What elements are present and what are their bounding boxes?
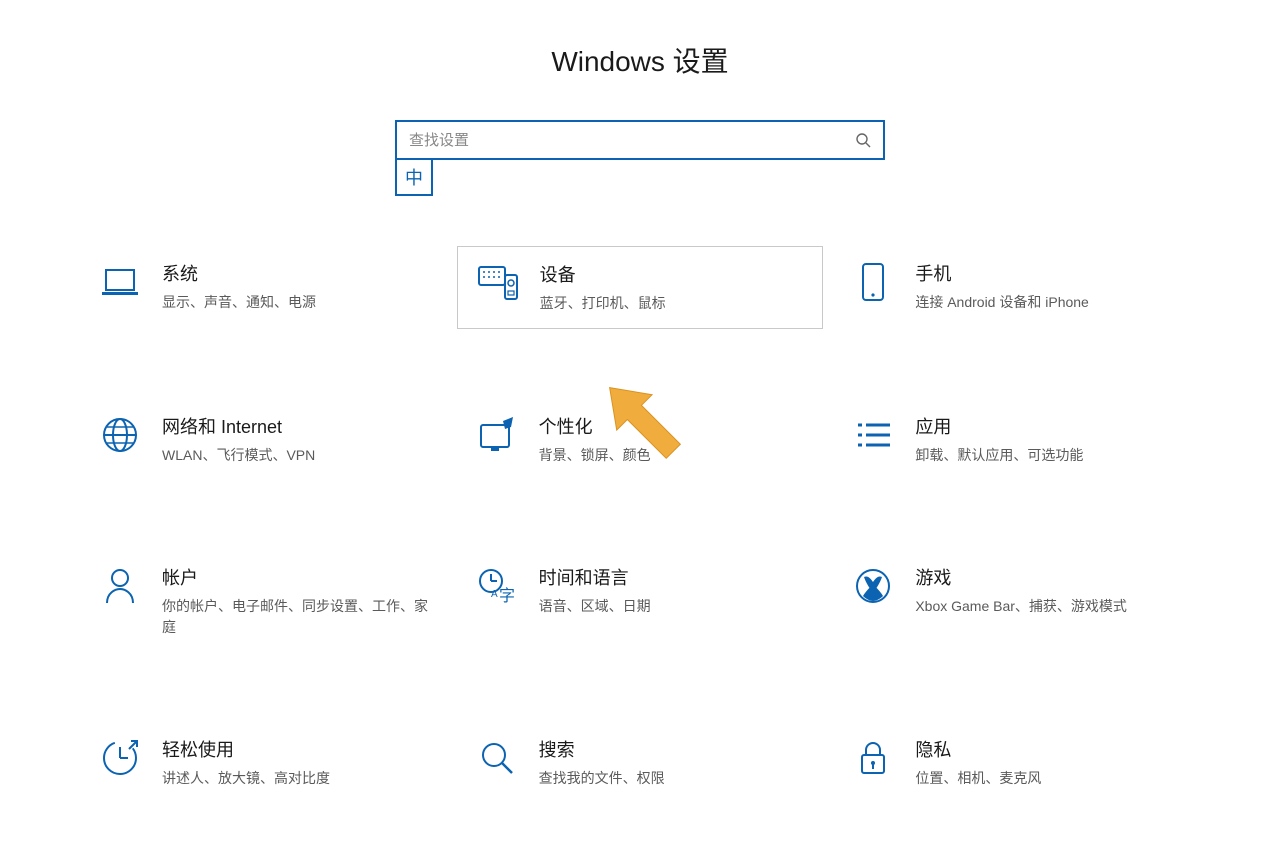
phone-icon (851, 260, 895, 304)
tile-title: 应用 (915, 413, 1182, 439)
globe-icon (98, 413, 142, 457)
tile-title: 系统 (162, 260, 429, 286)
tile-desc: 卸载、默认应用、可选功能 (915, 445, 1182, 466)
search-icon (855, 132, 871, 148)
tile-title: 时间和语言 (539, 564, 806, 590)
tile-desc: 语音、区域、日期 (539, 596, 806, 617)
tile-title: 网络和 Internet (162, 413, 429, 439)
tile-desc: 背景、锁屏、颜色 (539, 445, 806, 466)
ime-indicator[interactable]: 中 (395, 158, 433, 196)
tile-personalization[interactable]: 个性化 背景、锁屏、颜色 (457, 399, 824, 480)
tile-desc: WLAN、飞行模式、VPN (162, 445, 429, 466)
tile-search[interactable]: 搜索 查找我的文件、权限 (457, 722, 824, 803)
person-icon (98, 564, 142, 608)
personalization-icon (475, 413, 519, 457)
tile-desc: 你的帐户、电子邮件、同步设置、工作、家庭 (162, 596, 429, 638)
tile-title: 帐户 (162, 564, 429, 590)
tile-desc: Xbox Game Bar、捕获、游戏模式 (915, 596, 1182, 617)
laptop-icon (98, 260, 142, 304)
tile-title: 轻松使用 (162, 736, 429, 762)
tile-desc: 查找我的文件、权限 (539, 768, 806, 789)
tile-accounts[interactable]: 帐户 你的帐户、电子邮件、同步设置、工作、家庭 (80, 550, 447, 652)
tile-phone[interactable]: 手机 连接 Android 设备和 iPhone (833, 246, 1200, 329)
devices-icon (476, 261, 520, 305)
search-input[interactable] (409, 132, 855, 149)
tile-apps[interactable]: 应用 卸载、默认应用、可选功能 (833, 399, 1200, 480)
xbox-icon (851, 564, 895, 608)
tile-time-language[interactable]: 字 A 时间和语言 语音、区域、日期 (457, 550, 824, 652)
magnifier-icon (475, 736, 519, 780)
ease-of-access-icon (98, 736, 142, 780)
tile-devices[interactable]: 设备 蓝牙、打印机、鼠标 (457, 246, 824, 329)
tile-system[interactable]: 系统 显示、声音、通知、电源 (80, 246, 447, 329)
tile-desc: 连接 Android 设备和 iPhone (915, 292, 1182, 313)
tile-title: 个性化 (539, 413, 806, 439)
apps-icon (851, 413, 895, 457)
svg-text:字: 字 (499, 587, 515, 605)
tile-desc: 位置、相机、麦克风 (915, 768, 1182, 789)
tile-desc: 蓝牙、打印机、鼠标 (540, 293, 805, 314)
tile-network[interactable]: 网络和 Internet WLAN、飞行模式、VPN (80, 399, 447, 480)
tile-gaming[interactable]: 游戏 Xbox Game Bar、捕获、游戏模式 (833, 550, 1200, 652)
tile-desc: 显示、声音、通知、电源 (162, 292, 429, 313)
search-box[interactable] (395, 120, 885, 160)
tile-title: 搜索 (539, 736, 806, 762)
tile-privacy[interactable]: 隐私 位置、相机、麦克风 (833, 722, 1200, 803)
tile-title: 设备 (540, 261, 805, 287)
tile-title: 隐私 (915, 736, 1182, 762)
tile-desc: 讲述人、放大镜、高对比度 (162, 768, 429, 789)
tile-ease-of-access[interactable]: 轻松使用 讲述人、放大镜、高对比度 (80, 722, 447, 803)
page-title: Windows 设置 (80, 40, 1200, 80)
svg-text:A: A (491, 589, 498, 600)
tile-title: 手机 (915, 260, 1182, 286)
settings-grid: 系统 显示、声音、通知、电源 设备 蓝牙、打印机、鼠标 (80, 246, 1200, 803)
lock-icon (851, 736, 895, 780)
time-language-icon: 字 A (475, 564, 519, 608)
tile-title: 游戏 (915, 564, 1182, 590)
